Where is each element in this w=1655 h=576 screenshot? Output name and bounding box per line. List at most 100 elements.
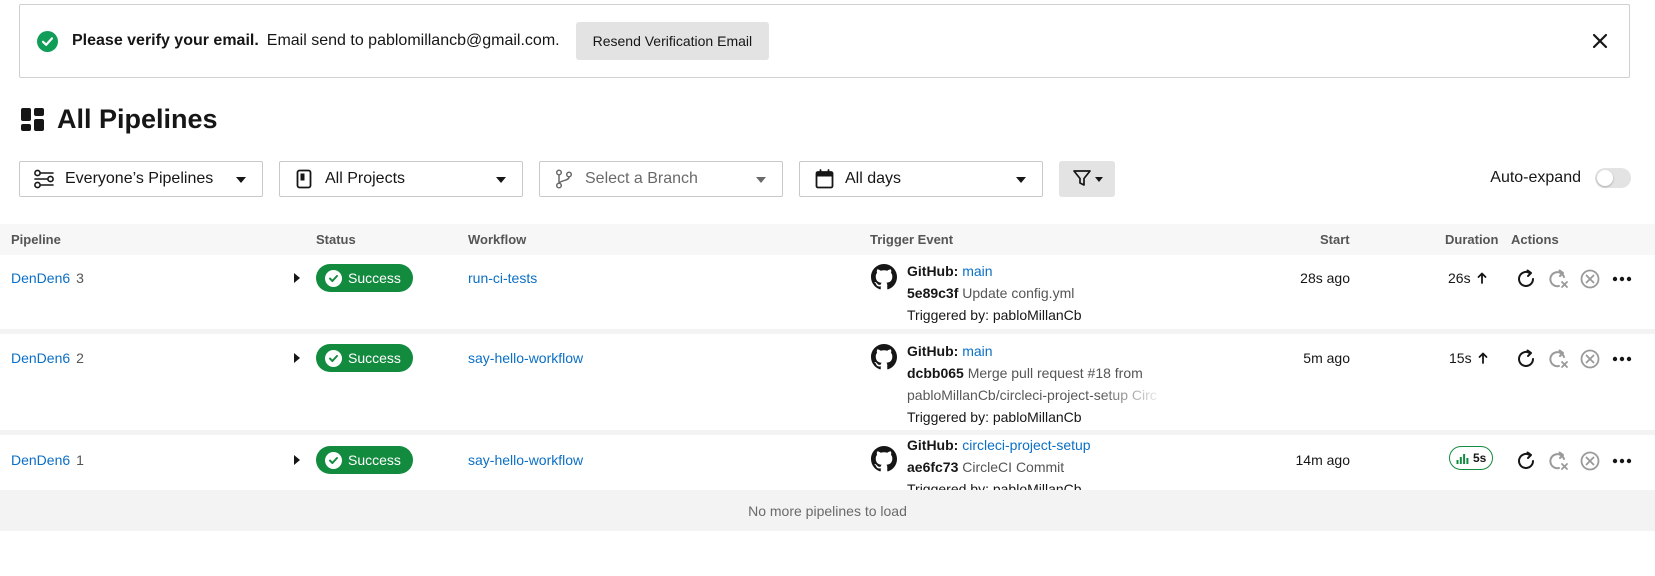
table-row: DenDen6 3 Success run-ci-tests GitHub: ma…	[0, 255, 1655, 334]
start-time: 5m ago	[1303, 350, 1350, 366]
header-status: Status	[316, 232, 356, 247]
duration-badge[interactable]: 5s	[1449, 446, 1494, 470]
days-filter-label: All days	[845, 170, 902, 187]
header-actions: Actions	[1511, 232, 1559, 247]
pipeline-number: 3	[76, 270, 84, 286]
rerun-failed-icon[interactable]	[1546, 347, 1570, 371]
commit-sha[interactable]: dcbb065	[907, 365, 964, 381]
commit-message: Update config.yml	[962, 285, 1075, 301]
commit-sha[interactable]: ae6fc73	[907, 459, 958, 475]
days-filter-dropdown[interactable]: All days	[799, 161, 1043, 197]
header-duration: Duration	[1445, 232, 1499, 247]
more-options-icon[interactable]	[1610, 347, 1634, 371]
project-link[interactable]: DenDen6	[11, 452, 70, 468]
filter-bar: Everyone’s Pipelines All Projects Select…	[19, 161, 1115, 197]
chevron-down-icon	[496, 177, 506, 183]
filter-icon	[1072, 168, 1092, 191]
duration-value: 26s	[1448, 270, 1471, 286]
rerun-failed-icon[interactable]	[1546, 449, 1570, 473]
arrow-up-icon	[1477, 272, 1486, 284]
branch-link[interactable]: circleci-project-setup	[962, 437, 1090, 453]
workflow-link[interactable]: say-hello-workflow	[468, 452, 583, 468]
auto-expand-toggle[interactable]	[1595, 168, 1631, 188]
status-badge: Success	[316, 344, 413, 372]
github-icon	[871, 446, 897, 475]
chevron-down-icon	[756, 177, 766, 183]
start-time: 28s ago	[1300, 270, 1350, 286]
projects-filter-label: All Projects	[325, 170, 406, 187]
check-icon	[325, 451, 342, 469]
expand-row-icon[interactable]	[294, 273, 300, 283]
status-text: Success	[348, 452, 401, 468]
table-row: DenDen6 1 Success say-hello-workflow GitH…	[0, 435, 1655, 497]
workflow-link[interactable]: say-hello-workflow	[468, 350, 583, 366]
workflow-link[interactable]: run-ci-tests	[468, 270, 537, 286]
cancel-icon[interactable]	[1578, 267, 1602, 291]
resend-verification-button[interactable]: Resend Verification Email	[575, 22, 770, 60]
rerun-icon[interactable]	[1514, 347, 1538, 371]
auto-expand-control: Auto-expand	[1490, 168, 1631, 188]
project-icon	[293, 168, 315, 190]
status-text: Success	[348, 270, 401, 286]
duration-cell: 26s	[1448, 270, 1487, 286]
trigger-source: GitHub:	[907, 343, 959, 359]
expand-row-icon[interactable]	[294, 455, 300, 465]
pipeline-cell: DenDen6 1	[11, 452, 84, 468]
page-title: All Pipelines	[57, 104, 218, 134]
status-badge: Success	[316, 446, 413, 474]
commit-message: Merge pull request #18 from	[967, 365, 1143, 381]
status-badge: Success	[316, 264, 413, 292]
project-link[interactable]: DenDen6	[11, 350, 70, 366]
no-more-pipelines-message: No more pipelines to load	[0, 490, 1655, 531]
trigger-event: GitHub: main 5e89c3f Update config.yml T…	[907, 260, 1167, 326]
calendar-icon	[813, 168, 835, 190]
branch-link[interactable]: main	[962, 343, 992, 359]
commit-sha[interactable]: 5e89c3f	[907, 285, 958, 301]
branch-filter-dropdown[interactable]: Select a Branch	[539, 161, 783, 197]
check-circle-icon	[37, 30, 58, 52]
banner-title: Please verify your email.	[72, 32, 259, 49]
auto-expand-label: Auto-expand	[1490, 169, 1581, 186]
rerun-icon[interactable]	[1514, 267, 1538, 291]
pipeline-cell: DenDen6 3	[11, 270, 84, 286]
project-link[interactable]: DenDen6	[11, 270, 70, 286]
rerun-failed-icon[interactable]	[1546, 267, 1570, 291]
check-icon	[325, 269, 342, 287]
cancel-icon[interactable]	[1578, 449, 1602, 473]
expand-row-icon[interactable]	[294, 353, 300, 363]
commit-message-continued: pabloMillanCb/circleci-project-setup Cir…	[907, 384, 1163, 406]
pipelines-filter-label: Everyone’s Pipelines	[65, 170, 214, 187]
rerun-icon[interactable]	[1514, 449, 1538, 473]
toggle-knob	[1597, 170, 1613, 186]
pipelines-filter-dropdown[interactable]: Everyone’s Pipelines	[19, 161, 263, 197]
close-icon[interactable]	[1589, 30, 1611, 52]
people-icon	[33, 168, 55, 190]
chevron-down-icon	[1016, 177, 1026, 183]
cancel-icon[interactable]	[1578, 347, 1602, 371]
row-actions	[1514, 449, 1642, 473]
row-actions	[1514, 347, 1642, 371]
duration-value: 15s	[1449, 350, 1472, 366]
branch-link[interactable]: main	[962, 263, 992, 279]
duration-cell: 5s	[1449, 446, 1494, 470]
pipeline-cell: DenDen6 2	[11, 350, 84, 366]
row-actions	[1514, 267, 1642, 291]
pipeline-number: 2	[76, 350, 84, 366]
table-row: DenDen6 2 Success say-hello-workflow GitH…	[0, 334, 1655, 435]
projects-filter-dropdown[interactable]: All Projects	[279, 161, 523, 197]
trigger-source: GitHub:	[907, 263, 959, 279]
more-options-icon[interactable]	[1610, 449, 1634, 473]
header-pipeline: Pipeline	[11, 232, 61, 247]
github-icon	[871, 264, 897, 293]
branch-icon	[553, 168, 575, 190]
header-trigger-event: Trigger Event	[870, 232, 954, 247]
arrow-up-icon	[1478, 352, 1487, 364]
pipeline-number: 1	[76, 452, 84, 468]
page-header: All Pipelines	[20, 104, 218, 135]
more-options-icon[interactable]	[1610, 267, 1634, 291]
bar-chart-icon	[1456, 453, 1469, 464]
triggered-by: Triggered by: pabloMillanCb	[907, 307, 1082, 323]
branch-filter-placeholder: Select a Branch	[585, 170, 698, 187]
trigger-source: GitHub:	[907, 437, 959, 453]
advanced-filter-button[interactable]	[1059, 161, 1115, 197]
